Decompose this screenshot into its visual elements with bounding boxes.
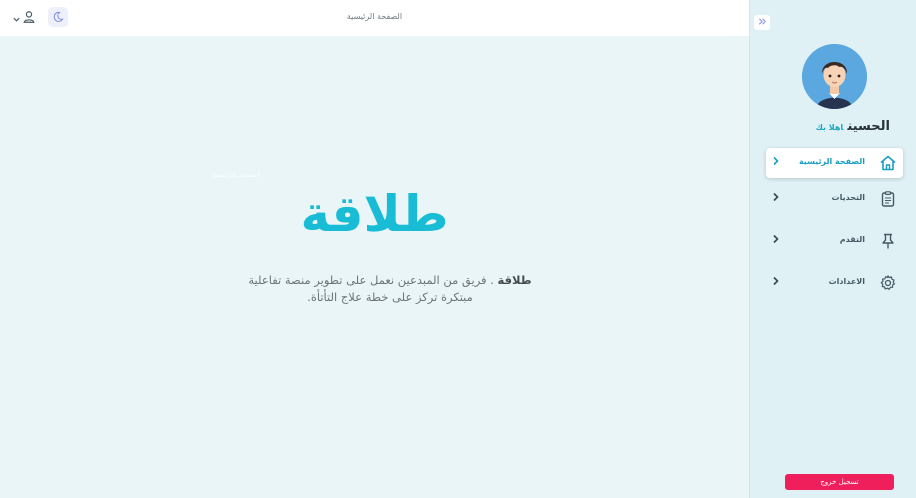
sidebar-item-home[interactable]: الصفحة الرئيسية bbox=[766, 148, 903, 178]
sidebar: الحسيناهلا بك الصفحة الرئيسية التحديات ا… bbox=[749, 0, 916, 498]
gear-icon bbox=[879, 274, 897, 292]
main-content: الصفحة الرئيسية طلاقة طلاقة . فريق من ال… bbox=[0, 36, 749, 498]
intro-text: . فريق من المبدعين نعمل على تطوير منصة ت… bbox=[248, 273, 498, 304]
logout-button[interactable]: تسجيل خروج bbox=[785, 474, 894, 490]
top-header: الصفحة الرئيسية bbox=[0, 0, 749, 36]
sidebar-item-settings[interactable]: الاعدادات bbox=[766, 268, 903, 298]
page-title: الصفحة الرئيسية bbox=[346, 12, 403, 21]
double-chevron-icon bbox=[758, 17, 767, 29]
intro-brand: طلاقة bbox=[497, 273, 532, 287]
faded-text: الصفحة الرئيسية bbox=[212, 171, 261, 179]
chevron-right-icon bbox=[772, 276, 780, 289]
greeting: الحسيناهلا بك bbox=[750, 115, 890, 134]
collapse-sidebar-button[interactable] bbox=[754, 15, 770, 30]
intro-paragraph: طلاقة . فريق من المبدعين نعمل على تطوير … bbox=[240, 272, 540, 306]
sidebar-item-label: التقدم bbox=[839, 235, 865, 244]
clipboard-icon bbox=[879, 190, 897, 208]
user-name: الحسين bbox=[847, 119, 890, 134]
chevron-right-icon bbox=[772, 156, 780, 169]
greeting-hello: اهلا بك bbox=[815, 123, 844, 132]
sidebar-item-label: الاعدادات bbox=[828, 277, 865, 286]
pin-icon bbox=[879, 232, 897, 250]
home-icon bbox=[879, 154, 897, 172]
sidebar-item-challenges[interactable]: التحديات bbox=[766, 184, 903, 214]
sidebar-item-label: التحديات bbox=[831, 193, 865, 202]
sidebar-item-progress[interactable]: التقدم bbox=[766, 226, 903, 256]
chevron-right-icon bbox=[772, 234, 780, 247]
brand-logo: طلاقة bbox=[300, 185, 449, 243]
sidebar-item-label: الصفحة الرئيسية bbox=[798, 157, 865, 166]
avatar bbox=[802, 44, 867, 109]
chevron-right-icon bbox=[772, 192, 780, 205]
